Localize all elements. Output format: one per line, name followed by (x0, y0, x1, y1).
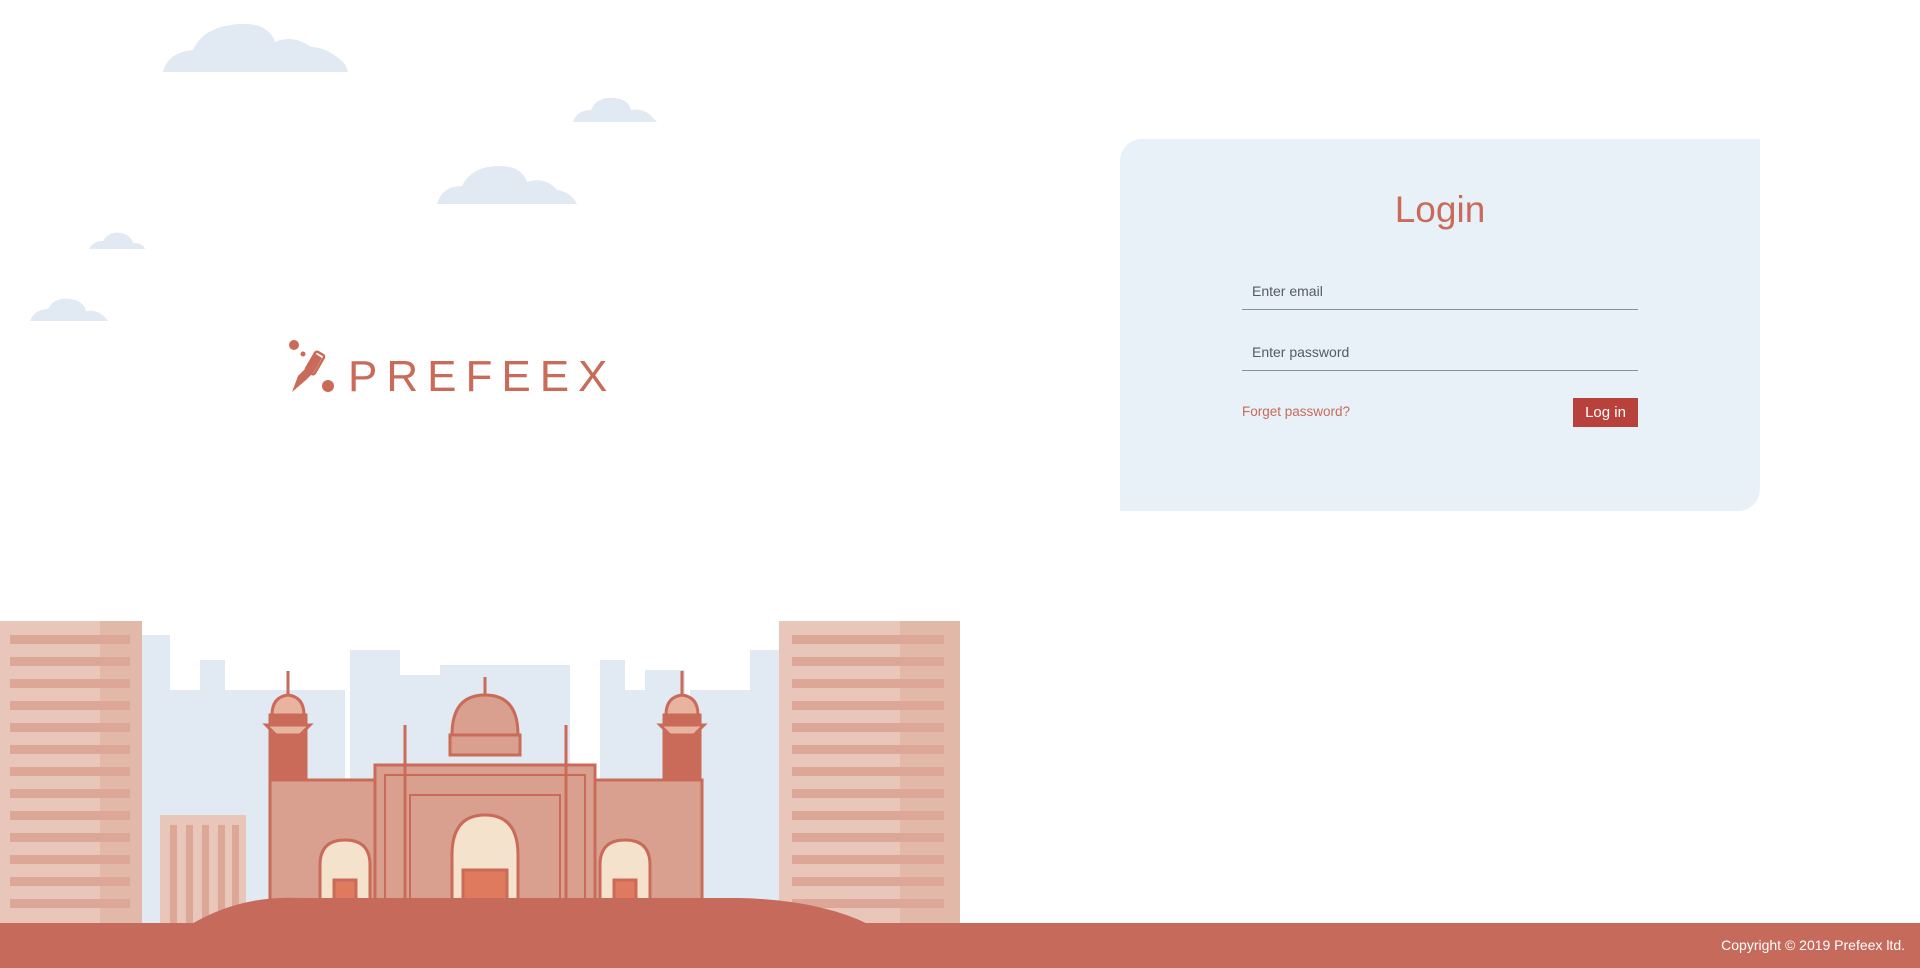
cloud-decoration (30, 297, 108, 321)
login-card: Login Forget password? Log in (1120, 139, 1760, 511)
cloud-decoration (437, 164, 577, 204)
brand-logo: PREFEEX (288, 336, 616, 402)
login-button[interactable]: Log in (1573, 398, 1638, 427)
forgot-password-link[interactable]: Forget password? (1242, 404, 1350, 419)
copyright-text: Copyright © 2019 Prefeex ltd. (1721, 937, 1905, 953)
email-field-wrapper (1242, 273, 1638, 310)
cloud-decoration (573, 96, 657, 122)
cloud-decoration (89, 231, 145, 249)
city-illustration (0, 615, 960, 925)
password-field-wrapper (1242, 334, 1638, 371)
footer: Copyright © 2019 Prefeex ltd. (0, 923, 1920, 968)
brand-name: PREFEEX (348, 352, 617, 401)
password-input[interactable] (1242, 334, 1638, 370)
cricket-logo-icon (288, 339, 336, 399)
login-title: Login (1394, 189, 1486, 230)
login-page: PREFEEX Login Forget password? Log in (0, 0, 1920, 968)
email-input[interactable] (1242, 273, 1638, 309)
cloud-decoration (163, 22, 348, 72)
